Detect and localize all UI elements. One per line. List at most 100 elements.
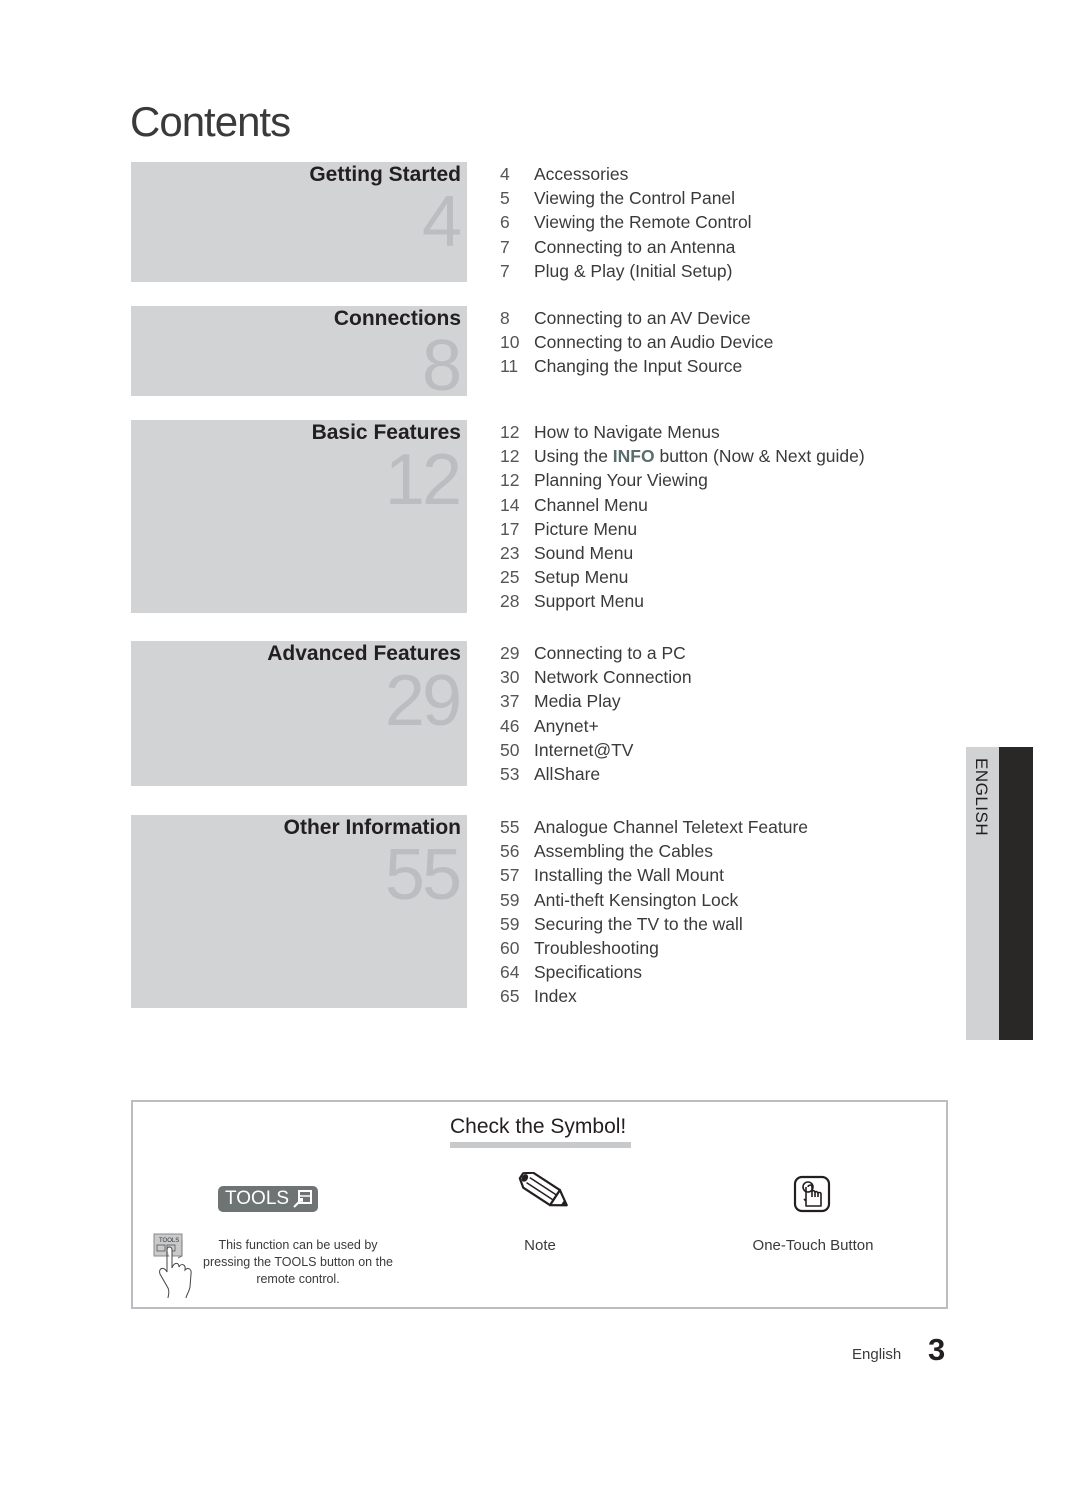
footer-page-number: 3 bbox=[928, 1332, 946, 1367]
toc-page-number: 37 bbox=[500, 691, 520, 712]
page-title: Contents bbox=[130, 98, 291, 145]
toc-page-number: 30 bbox=[500, 667, 520, 688]
toc-entry-label: Analogue Channel Teletext Feature bbox=[534, 817, 809, 837]
toc-entry[interactable]: 8 Connecting to an AV Device bbox=[500, 306, 773, 330]
toc-entry-label: Channel Menu bbox=[534, 494, 648, 515]
toc-page-number: 46 bbox=[500, 715, 520, 736]
toc-entry-label: Troubleshooting bbox=[534, 937, 659, 958]
remote-tools-hand-icon: TOOLS bbox=[153, 1233, 192, 1299]
toc-page-number: 28 bbox=[500, 591, 520, 612]
toc-entry[interactable]: 11 Changing the Input Source bbox=[500, 354, 773, 378]
toc-entry[interactable]: 65 Index bbox=[500, 984, 808, 1008]
toc-list-connections: 8 Connecting to an AV Device 10 Connecting… bbox=[500, 306, 773, 379]
toc-entry[interactable]: 37 Media Play bbox=[500, 689, 692, 713]
toc-entry[interactable]: 12 Using the INFO button (Now & Next guid… bbox=[500, 444, 865, 468]
toc-page-number: 7 bbox=[500, 260, 510, 281]
section-getting-started[interactable]: Getting Started 4 bbox=[131, 162, 467, 282]
section-start-page: 12 bbox=[384, 440, 462, 520]
toc-entry-label: Anynet+ bbox=[534, 715, 599, 736]
toc-page-number: 12 bbox=[500, 446, 520, 467]
toc-entry[interactable]: 4 Accessories bbox=[500, 162, 752, 186]
toc-page-number: 56 bbox=[500, 841, 520, 862]
symbol-legend-title: Check the Symbol! bbox=[450, 1115, 627, 1138]
toc-entry-label: Network Connection bbox=[534, 667, 692, 688]
toc-page-number: 8 bbox=[500, 308, 510, 328]
toc-label-text: button (Now & Next guide) bbox=[654, 446, 865, 467]
toc-entry-label: Planning Your Viewing bbox=[534, 470, 708, 491]
section-basic-features[interactable]: Basic Features 12 bbox=[131, 420, 467, 613]
toc-entry[interactable]: 30 Network Connection bbox=[500, 665, 692, 689]
toc-entry[interactable]: 55 Analogue Channel Teletext Feature bbox=[500, 815, 808, 839]
tools-description-line: pressing the TOOLS button on the bbox=[200, 1254, 396, 1271]
language-tab-label: ENGLISH bbox=[972, 758, 991, 837]
toc-entry[interactable]: 7 Connecting to an Antenna bbox=[500, 235, 752, 259]
toc-page-number: 50 bbox=[500, 739, 520, 760]
toc-entry[interactable]: 60 Troubleshooting bbox=[500, 936, 808, 960]
toc-entry-label: Anti-theft Kensington Lock bbox=[534, 889, 739, 910]
toc-entry[interactable]: 50 Internet@TV bbox=[500, 738, 692, 762]
section-start-page: 55 bbox=[384, 835, 462, 915]
toc-entry-label: Changing the Input Source bbox=[534, 356, 743, 377]
toc-entry[interactable]: 29 Connecting to a PC bbox=[500, 641, 692, 665]
toc-page-number: 55 bbox=[500, 817, 520, 837]
toc-entry[interactable]: 17 Picture Menu bbox=[500, 517, 865, 541]
toc-list-other-information: 55 Analogue Channel Teletext Feature 56 As… bbox=[500, 815, 808, 1009]
toc-entry-label: Using the INFO button (Now & Next guide) bbox=[534, 446, 865, 466]
toc-entry-label: Index bbox=[534, 986, 577, 1007]
toc-page-number: 25 bbox=[500, 567, 520, 588]
tools-description-text: pressing the bbox=[203, 1255, 275, 1269]
toc-entry-label: Connecting to an AV Device bbox=[534, 308, 751, 328]
toc-entry[interactable]: 6 Viewing the Remote Control bbox=[500, 210, 752, 234]
toc-entry[interactable]: 57 Installing the Wall Mount bbox=[500, 863, 808, 887]
footer-language: English bbox=[852, 1346, 902, 1363]
toc-page-number: 5 bbox=[500, 188, 510, 209]
tools-description-line: remote control. bbox=[256, 1272, 340, 1286]
toc-page-number: 10 bbox=[500, 332, 520, 353]
toc-entry-label: AllShare bbox=[534, 763, 601, 784]
tools-mini-label: TOOLS bbox=[159, 1238, 179, 1244]
section-advanced-features[interactable]: Advanced Features 29 bbox=[131, 641, 467, 786]
note-label: Note bbox=[524, 1237, 556, 1254]
toc-entry-label: Accessories bbox=[534, 164, 629, 184]
toc-entry[interactable]: 23 Sound Menu bbox=[500, 541, 865, 565]
section-connections[interactable]: Connections 8 bbox=[131, 306, 467, 402]
toc-page-number: 4 bbox=[500, 164, 510, 184]
toc-page-number: 17 bbox=[500, 518, 520, 539]
toc-entry[interactable]: 59 Securing the TV to the wall bbox=[500, 912, 808, 936]
toc-entry[interactable]: 14 Channel Menu bbox=[500, 493, 865, 517]
tools-description-line: This function can be used by bbox=[218, 1238, 378, 1252]
symbol-title-underline bbox=[450, 1142, 631, 1148]
toc-entry[interactable]: 59 Anti-theft Kensington Lock bbox=[500, 888, 808, 912]
toc-entry[interactable]: 28 Support Menu bbox=[500, 589, 865, 613]
section-start-page: 8 bbox=[421, 326, 462, 406]
tools-description: This function can be used by pressing th… bbox=[200, 1237, 396, 1288]
toc-entry[interactable]: 64 Specifications bbox=[500, 960, 808, 984]
toc-entry-label: How to Navigate Menus bbox=[534, 422, 720, 442]
toc-page-number: 12 bbox=[500, 422, 520, 442]
toc-label-text: Using the bbox=[534, 446, 613, 467]
toc-page-number: 14 bbox=[500, 494, 520, 515]
section-other-information[interactable]: Other Information 55 bbox=[131, 815, 467, 1008]
toc-entry-label: Media Play bbox=[534, 691, 621, 712]
toc-entry[interactable]: 10 Connecting to an Audio Device bbox=[500, 330, 773, 354]
toc-page-number: 7 bbox=[500, 236, 510, 257]
toc-page-number: 57 bbox=[500, 865, 520, 886]
toc-list-basic-features: 12 How to Navigate Menus 12 Using the INFO… bbox=[500, 420, 865, 614]
toc-entry[interactable]: 7 Plug & Play (Initial Setup) bbox=[500, 259, 752, 283]
toc-entry-label: Support Menu bbox=[534, 591, 644, 612]
toc-entry[interactable]: 12 How to Navigate Menus bbox=[500, 420, 865, 444]
toc-entry[interactable]: 5 Viewing the Control Panel bbox=[500, 186, 752, 210]
toc-entry[interactable]: 25 Setup Menu bbox=[500, 565, 865, 589]
toc-entry[interactable]: 56 Assembling the Cables bbox=[500, 839, 808, 863]
toc-entry-label: Viewing the Remote Control bbox=[534, 212, 752, 233]
toc-entry-label: Setup Menu bbox=[534, 567, 629, 588]
toc-entry[interactable]: 12 Planning Your Viewing bbox=[500, 468, 865, 492]
tools-badge-label: TOOLS bbox=[225, 1188, 290, 1209]
toc-entry[interactable]: 46 Anynet+ bbox=[500, 714, 692, 738]
toc-page-number: 29 bbox=[500, 643, 520, 663]
toc-entry[interactable]: 53 AllShare bbox=[500, 762, 692, 786]
toc-list-advanced-features: 29 Connecting to a PC 30 Network Connectio… bbox=[500, 641, 692, 786]
toc-page-number: 23 bbox=[500, 542, 520, 563]
toc-entry-label: Plug & Play (Initial Setup) bbox=[534, 260, 733, 281]
toc-page-number: 59 bbox=[500, 889, 520, 910]
